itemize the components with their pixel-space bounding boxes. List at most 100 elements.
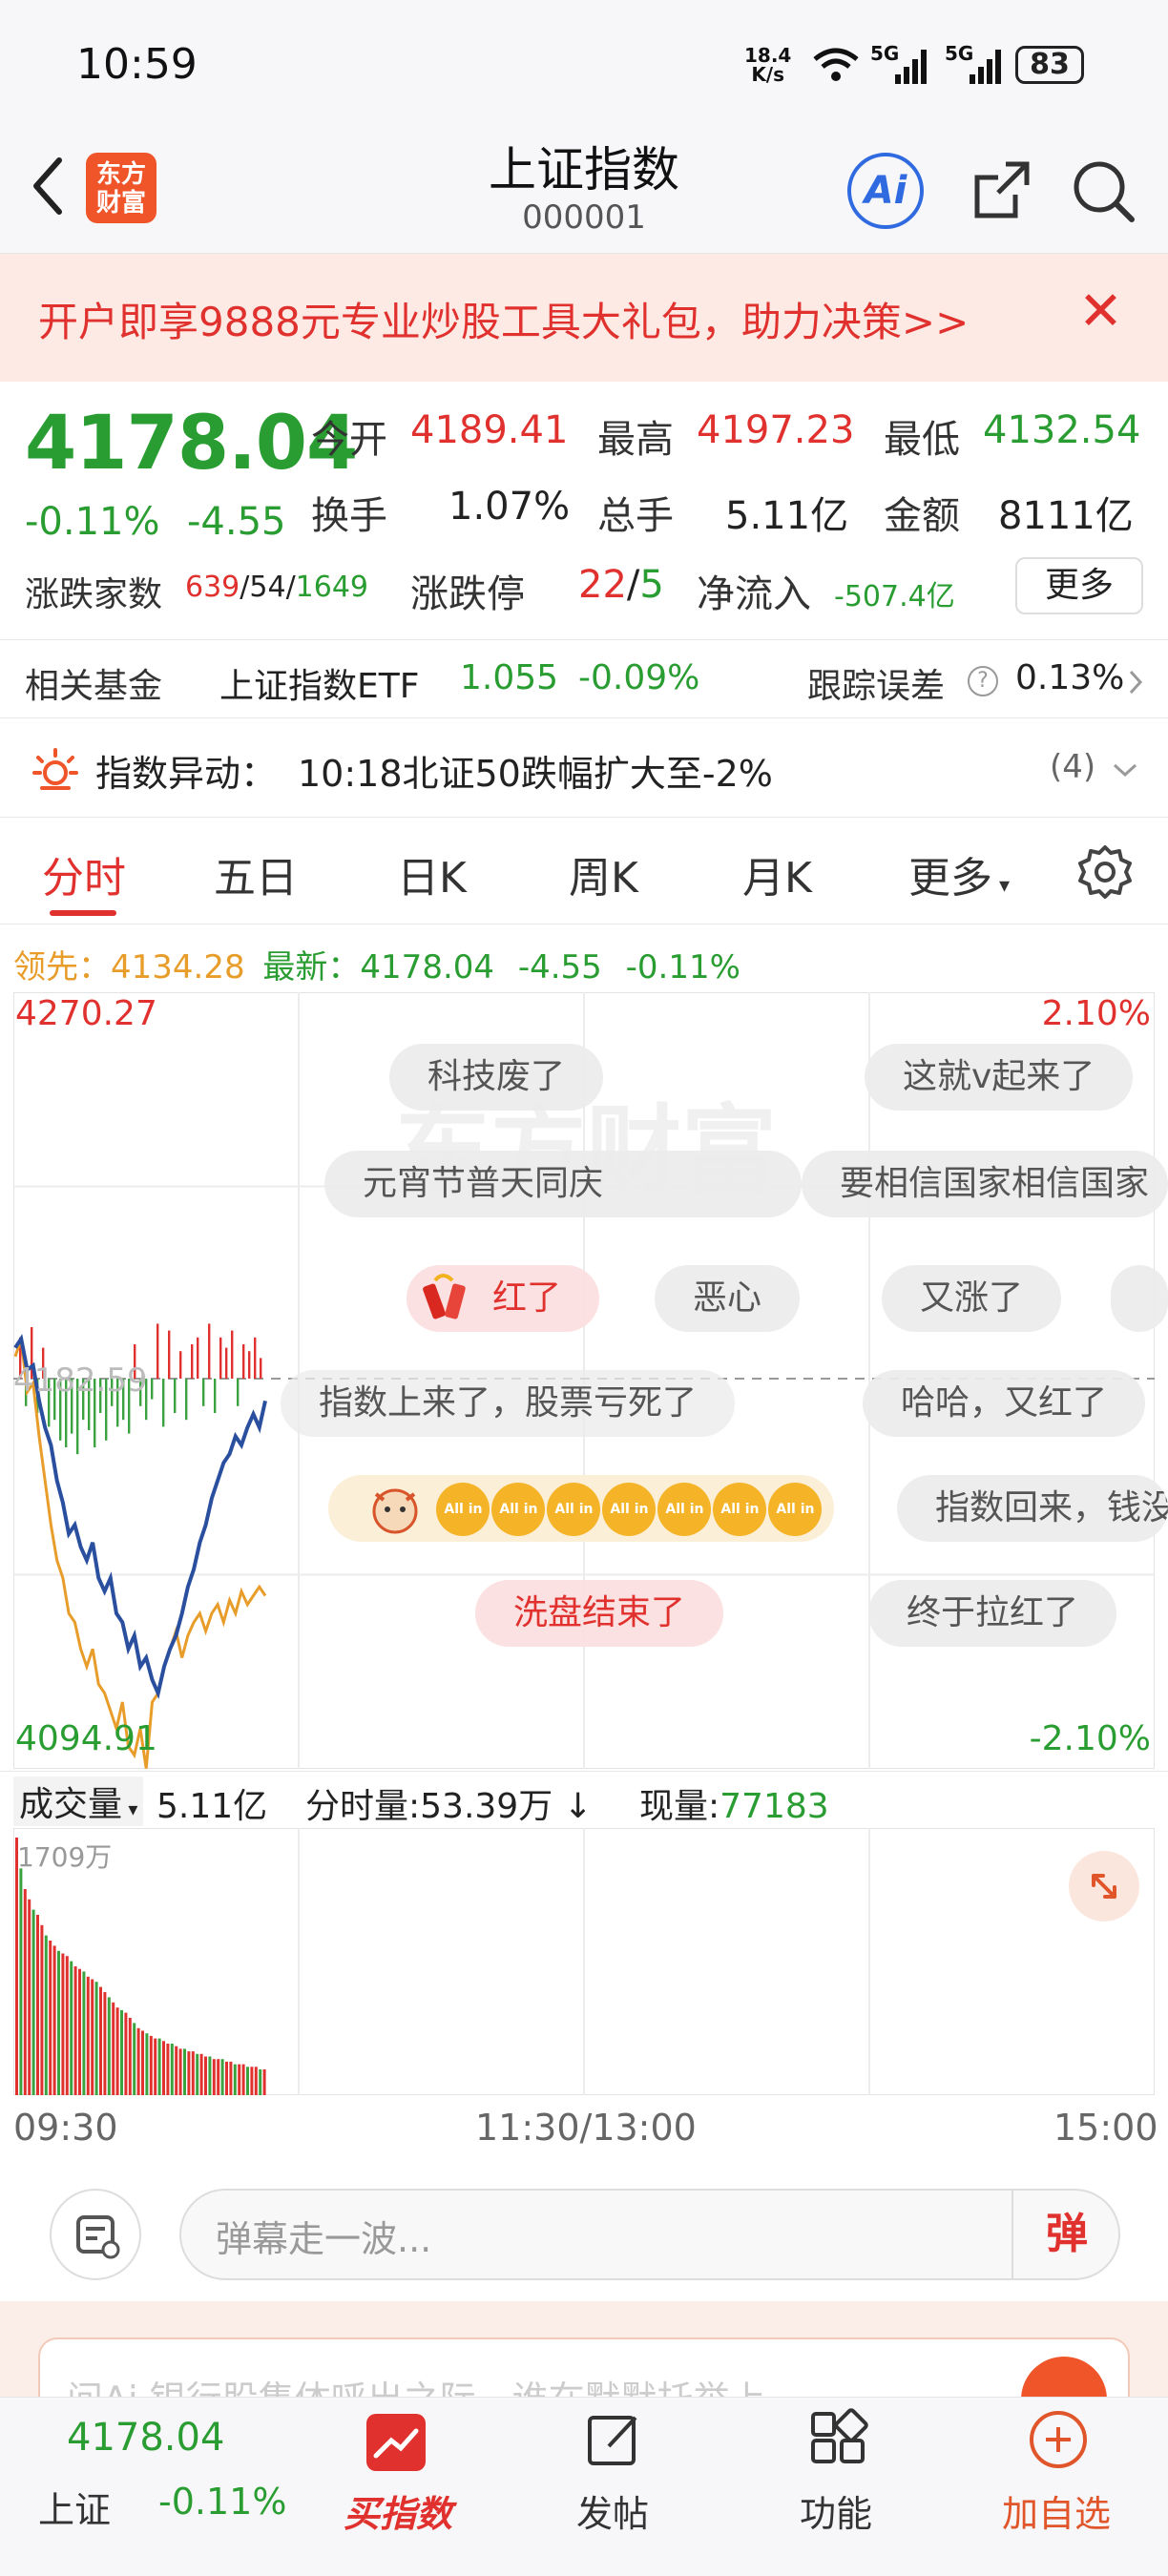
change-bar	[242, 1344, 245, 1379]
volume-bar	[65, 1956, 69, 2095]
volume-bar	[149, 2035, 153, 2095]
nav-add-watchlist[interactable]: 加自选	[1002, 2484, 1111, 2537]
volume-bar	[78, 1968, 81, 2095]
search-icon[interactable]	[1065, 153, 1141, 229]
up-count: 639	[185, 571, 240, 604]
volume-bar	[178, 2048, 182, 2095]
wifi-icon	[813, 48, 859, 81]
change-bar	[168, 1330, 171, 1379]
allin-coin-icon: All in	[436, 1483, 490, 1536]
danmu-bubble[interactable]: 恶心	[655, 1265, 801, 1332]
nav-index-name[interactable]: 上证	[38, 2481, 111, 2533]
tab-five-day[interactable]: 五日	[214, 843, 298, 904]
volume-bar	[220, 2059, 224, 2095]
volume-bar	[40, 1924, 44, 2095]
volume-selector[interactable]: 成交量 ▾	[13, 1776, 144, 1826]
volume-bar	[254, 2067, 258, 2095]
speed-value: 18.4	[744, 44, 792, 67]
chevron-right-icon[interactable]	[1128, 668, 1143, 696]
danmu-bubble[interactable]: 终于拉红了	[868, 1580, 1117, 1647]
volume-bar	[19, 1868, 23, 2095]
allin-coin-icon: All in	[768, 1483, 823, 1536]
current-volume-value: 77183	[720, 1787, 829, 1826]
danmu-bubble[interactable]: 科技废了	[389, 1044, 604, 1111]
volume-bar	[145, 2033, 149, 2095]
promo-text[interactable]: 开户即享9888元专业炒股工具大礼包，助力决策>>	[38, 290, 969, 348]
flat-count: 54	[249, 571, 286, 604]
post-edit-icon[interactable]	[584, 2408, 645, 2471]
current-volume-label: 现量:	[639, 1787, 720, 1826]
allin-coin-icon: All in	[547, 1483, 601, 1536]
volume-chart[interactable]: 1709万	[13, 1828, 1155, 2095]
change-bar	[231, 1330, 234, 1379]
danmu-bubble[interactable]: 指数上来了，股票亏死了	[281, 1370, 736, 1437]
nav-post[interactable]: 发帖	[576, 2484, 649, 2537]
network-speed: 18.4 K/s	[744, 46, 791, 84]
tab-daily-k[interactable]: 日K	[397, 843, 467, 904]
danmu-bubble[interactable]: 指数回来，钱没	[897, 1475, 1168, 1542]
volume-bar	[52, 1945, 56, 2095]
volume-value: 5.11亿	[725, 494, 849, 538]
nav-price[interactable]: 4178.04	[67, 2416, 224, 2460]
danmu-bubble[interactable]: 这就v起来了	[865, 1044, 1134, 1111]
minute-volume-label: 分时量:	[305, 1787, 421, 1826]
tab-monthly-k[interactable]: 月K	[742, 843, 812, 904]
change-bar	[202, 1379, 205, 1406]
allin-bubble[interactable]: All in All in All in All in All in All in All …	[328, 1475, 834, 1542]
danmu-bubble[interactable]: 元宵节普天同庆	[324, 1151, 802, 1217]
buy-index-icon[interactable]	[366, 2414, 426, 2471]
fund-name[interactable]: 上证指数ETF	[219, 658, 419, 708]
ai-button[interactable]: Ai	[847, 153, 924, 229]
allin-coin-icon: All in	[491, 1483, 546, 1536]
divider	[0, 1771, 1168, 1772]
netflow-value: -507.4亿	[834, 580, 955, 613]
y-min-label: 4094.91	[15, 1719, 157, 1758]
tab-intraday[interactable]: 分时	[42, 843, 126, 904]
chevron-down-icon[interactable]	[1111, 761, 1139, 780]
volume-bar	[73, 1966, 77, 2095]
nav-pct[interactable]: -0.11%	[158, 2481, 286, 2523]
nav-buy-index[interactable]: 买指数	[336, 2484, 460, 2537]
alert-text[interactable]: 10:18北证50跌幅扩大至-2%	[298, 744, 773, 797]
tab-more[interactable]: 更多 ▾	[908, 843, 1010, 904]
signal-icon	[895, 50, 927, 84]
limit-label: 涨跌停	[410, 572, 525, 616]
high-label: 最高	[597, 418, 674, 462]
close-icon[interactable]: ✕	[1078, 280, 1123, 343]
divider	[0, 817, 1168, 818]
volume-bar	[170, 2044, 174, 2095]
expand-button[interactable]	[1069, 1851, 1139, 1922]
volume-bar	[166, 2044, 170, 2095]
danmu-bubble-red[interactable]: 洗盘结束了	[475, 1580, 724, 1647]
nav-function[interactable]: 功能	[800, 2484, 872, 2537]
volume-bar	[259, 2069, 262, 2095]
danmu-bubble[interactable]: 要相信国家相信国家	[802, 1151, 1168, 1217]
danmu-bubble[interactable]: 又涨了	[882, 1265, 1062, 1332]
status-time: 10:59	[76, 40, 198, 89]
danmu-bubble-partial[interactable]	[1111, 1265, 1168, 1332]
current-volume: 现量:77183	[639, 1778, 829, 1828]
volume-scale: 1709万	[17, 1841, 112, 1873]
tab-weekly-k[interactable]: 周K	[569, 843, 638, 904]
volume-bar	[199, 2053, 203, 2095]
add-watchlist-icon[interactable]	[1027, 2408, 1090, 2471]
share-icon[interactable]	[964, 153, 1040, 229]
danmu-send-button[interactable]: 弹	[1012, 2189, 1120, 2280]
function-grid-icon[interactable]	[807, 2408, 868, 2471]
danmu-settings-button[interactable]	[50, 2189, 141, 2280]
volume-bar	[15, 1838, 18, 2095]
status-bar: 10:59 18.4 K/s 5G 5G 83	[0, 0, 1168, 124]
alert-count[interactable]: (4)	[1050, 748, 1095, 786]
volume-bar	[241, 2064, 245, 2095]
promo-banner[interactable]: 开户即享9888元专业炒股工具大礼包，助力决策>> ✕	[0, 254, 1168, 382]
more-button[interactable]: 更多	[1015, 557, 1143, 614]
down-count: 1649	[295, 571, 369, 604]
volume-bar	[120, 2009, 123, 2095]
help-icon[interactable]: ?	[968, 666, 998, 696]
danmu-bubble[interactable]: 哈哈，又红了	[863, 1370, 1146, 1437]
y-max-pct: 2.10%	[1042, 994, 1151, 1033]
breadth-values: 639/54/1649	[185, 571, 369, 604]
volume-bar	[141, 2030, 144, 2095]
change-bar	[214, 1379, 217, 1413]
settings-gear-icon[interactable]	[1076, 843, 1134, 901]
